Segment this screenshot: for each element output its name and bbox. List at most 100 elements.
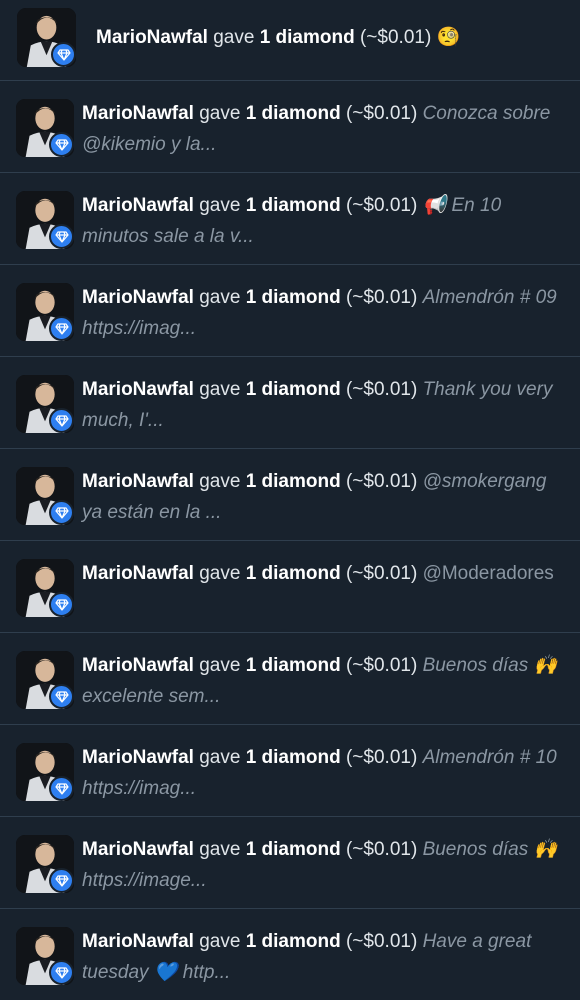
amount-text: 1 diamond bbox=[245, 931, 341, 952]
item-text: MarioNawfal gave 1 diamond (~$0.01) Have… bbox=[82, 926, 570, 988]
amount-text: 1 diamond bbox=[245, 379, 341, 400]
amount-text: 1 diamond bbox=[245, 287, 341, 308]
diamond-badge bbox=[49, 316, 74, 341]
diamond-icon bbox=[54, 782, 69, 795]
price-text: (~$0.01) bbox=[345, 471, 418, 492]
price-text: (~$0.01) bbox=[345, 931, 418, 952]
item-text: MarioNawfal gave 1 diamond (~$0.01) Buen… bbox=[82, 834, 570, 896]
diamond-badge bbox=[49, 408, 74, 433]
message-preview: @Moderadores bbox=[422, 563, 554, 584]
amount-text: 1 diamond bbox=[245, 195, 341, 216]
gave-text: gave bbox=[199, 655, 241, 676]
gave-text: gave bbox=[199, 839, 241, 860]
amount-text: 1 diamond bbox=[245, 747, 341, 768]
diamond-badge bbox=[49, 224, 74, 249]
avatar[interactable] bbox=[16, 99, 74, 157]
amount-text: 1 diamond bbox=[245, 655, 341, 676]
message-preview: 🧐 bbox=[436, 27, 461, 48]
avatar[interactable] bbox=[16, 375, 74, 433]
sender-name[interactable]: MarioNawfal bbox=[82, 747, 194, 768]
diamond-feed-item[interactable]: MarioNawfal gave 1 diamond (~$0.01) @smo… bbox=[0, 449, 580, 541]
diamond-badge bbox=[49, 960, 74, 985]
diamond-badge bbox=[49, 132, 74, 157]
avatar[interactable] bbox=[16, 835, 74, 893]
diamond-icon bbox=[54, 230, 69, 243]
diamond-feed: MarioNawfal gave 1 diamond (~$0.01) 🧐 Ma bbox=[0, 0, 580, 1000]
gave-text: gave bbox=[199, 747, 241, 768]
amount-text: 1 diamond bbox=[245, 103, 341, 124]
price-text: (~$0.01) bbox=[345, 103, 418, 124]
amount-text: 1 diamond bbox=[245, 563, 341, 584]
price-text: (~$0.01) bbox=[345, 747, 418, 768]
diamond-badge bbox=[49, 592, 74, 617]
item-text: MarioNawfal gave 1 diamond (~$0.01) 🧐 bbox=[96, 22, 570, 53]
sender-name[interactable]: MarioNawfal bbox=[82, 379, 194, 400]
amount-text: 1 diamond bbox=[245, 839, 341, 860]
sender-name[interactable]: MarioNawfal bbox=[96, 27, 208, 48]
item-text: MarioNawfal gave 1 diamond (~$0.01) Than… bbox=[82, 374, 570, 436]
diamond-icon bbox=[54, 414, 69, 427]
price-text: (~$0.01) bbox=[345, 563, 418, 584]
item-text: MarioNawfal gave 1 diamond (~$0.01) Buen… bbox=[82, 650, 570, 712]
diamond-icon bbox=[54, 874, 69, 887]
gave-text: gave bbox=[199, 931, 241, 952]
diamond-icon bbox=[54, 506, 69, 519]
gave-text: gave bbox=[199, 563, 241, 584]
diamond-feed-item[interactable]: MarioNawfal gave 1 diamond (~$0.01) Buen… bbox=[0, 633, 580, 725]
price-text: (~$0.01) bbox=[345, 195, 418, 216]
item-text: MarioNawfal gave 1 diamond (~$0.01) Cono… bbox=[82, 98, 570, 160]
gave-text: gave bbox=[199, 379, 241, 400]
avatar[interactable] bbox=[16, 467, 74, 525]
diamond-feed-item[interactable]: MarioNawfal gave 1 diamond (~$0.01) Alme… bbox=[0, 265, 580, 357]
price-text: (~$0.01) bbox=[345, 379, 418, 400]
diamond-icon bbox=[54, 598, 69, 611]
diamond-badge bbox=[51, 42, 76, 67]
item-text: MarioNawfal gave 1 diamond (~$0.01) Alme… bbox=[82, 282, 570, 344]
sender-name[interactable]: MarioNawfal bbox=[82, 195, 194, 216]
avatar[interactable] bbox=[16, 191, 74, 249]
avatar[interactable] bbox=[17, 8, 76, 67]
sender-name[interactable]: MarioNawfal bbox=[82, 471, 194, 492]
avatar[interactable] bbox=[16, 743, 74, 801]
amount-text: 1 diamond bbox=[259, 27, 355, 48]
diamond-feed-item[interactable]: MarioNawfal gave 1 diamond (~$0.01) 🧐 bbox=[0, 0, 580, 81]
diamond-feed-item[interactable]: MarioNawfal gave 1 diamond (~$0.01) Than… bbox=[0, 357, 580, 449]
diamond-feed-item[interactable]: MarioNawfal gave 1 diamond (~$0.01) Alme… bbox=[0, 725, 580, 817]
gave-text: gave bbox=[199, 195, 241, 216]
diamond-icon bbox=[54, 966, 69, 979]
price-text: (~$0.01) bbox=[345, 839, 418, 860]
diamond-feed-item[interactable]: MarioNawfal gave 1 diamond (~$0.01) Cono… bbox=[0, 81, 580, 173]
sender-name[interactable]: MarioNawfal bbox=[82, 563, 194, 584]
avatar[interactable] bbox=[16, 651, 74, 709]
sender-name[interactable]: MarioNawfal bbox=[82, 287, 194, 308]
diamond-icon bbox=[56, 48, 71, 61]
sender-name[interactable]: MarioNawfal bbox=[82, 931, 194, 952]
gave-text: gave bbox=[199, 103, 241, 124]
price-text: (~$0.01) bbox=[345, 655, 418, 676]
sender-name[interactable]: MarioNawfal bbox=[82, 103, 194, 124]
avatar[interactable] bbox=[16, 559, 74, 617]
diamond-icon bbox=[54, 690, 69, 703]
item-text: MarioNawfal gave 1 diamond (~$0.01) Alme… bbox=[82, 742, 570, 804]
avatar[interactable] bbox=[16, 283, 74, 341]
diamond-badge bbox=[49, 500, 74, 525]
diamond-feed-item[interactable]: MarioNawfal gave 1 diamond (~$0.01) @Mod… bbox=[0, 541, 580, 633]
item-text: MarioNawfal gave 1 diamond (~$0.01) @Mod… bbox=[82, 558, 570, 589]
sender-name[interactable]: MarioNawfal bbox=[82, 655, 194, 676]
gave-text: gave bbox=[213, 27, 255, 48]
sender-name[interactable]: MarioNawfal bbox=[82, 839, 194, 860]
amount-text: 1 diamond bbox=[245, 471, 341, 492]
diamond-badge bbox=[49, 684, 74, 709]
item-text: MarioNawfal gave 1 diamond (~$0.01) 📢 En… bbox=[82, 190, 570, 252]
gave-text: gave bbox=[199, 287, 241, 308]
diamond-feed-item[interactable]: MarioNawfal gave 1 diamond (~$0.01) 📢 En… bbox=[0, 173, 580, 265]
diamond-feed-item[interactable]: MarioNawfal gave 1 diamond (~$0.01) Have… bbox=[0, 909, 580, 1000]
avatar[interactable] bbox=[16, 927, 74, 985]
diamond-badge bbox=[49, 868, 74, 893]
diamond-feed-item[interactable]: MarioNawfal gave 1 diamond (~$0.01) Buen… bbox=[0, 817, 580, 909]
item-text: MarioNawfal gave 1 diamond (~$0.01) @smo… bbox=[82, 466, 570, 528]
price-text: (~$0.01) bbox=[345, 287, 418, 308]
diamond-icon bbox=[54, 138, 69, 151]
gave-text: gave bbox=[199, 471, 241, 492]
diamond-badge bbox=[49, 776, 74, 801]
